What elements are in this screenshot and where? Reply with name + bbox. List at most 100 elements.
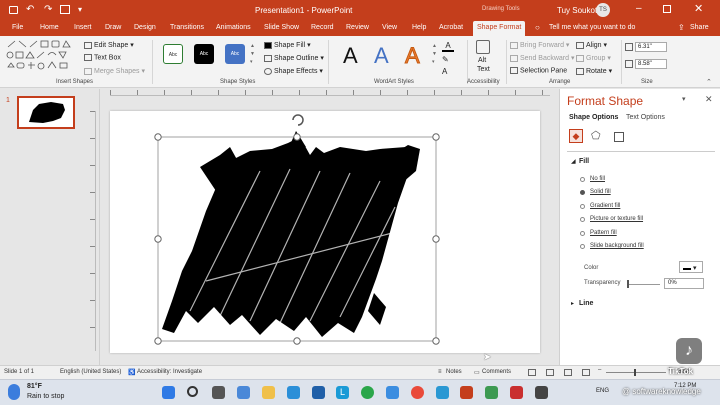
start-presentation-icon[interactable] bbox=[60, 5, 70, 14]
radio-pattern-fill[interactable] bbox=[580, 231, 585, 236]
shapes-gallery[interactable] bbox=[6, 40, 78, 72]
app-icon-4[interactable] bbox=[510, 386, 523, 399]
bring-forward-button[interactable]: Bring Forward ▾ bbox=[510, 41, 569, 49]
slide-sorter-icon[interactable] bbox=[546, 369, 554, 376]
transparency-input[interactable]: 0% bbox=[664, 278, 704, 289]
resize-handle-top-left[interactable] bbox=[154, 133, 162, 141]
shape-effects-button[interactable]: Shape Effects ▾ bbox=[264, 67, 323, 75]
tab-view[interactable]: View bbox=[382, 24, 397, 31]
edit-shape-button[interactable]: Edit Shape ▾ bbox=[84, 41, 134, 49]
shape-width-field[interactable]: 8.58" bbox=[635, 59, 667, 69]
selection-pane-button[interactable]: Selection Pane bbox=[510, 67, 567, 74]
tab-acrobat[interactable]: Acrobat bbox=[439, 24, 463, 31]
share-button[interactable]: Share bbox=[690, 24, 709, 31]
shape-outline-button[interactable]: Shape Outline ▾ bbox=[264, 54, 324, 62]
language-indicator[interactable]: English (United States) bbox=[60, 369, 121, 375]
save-icon[interactable] bbox=[9, 6, 18, 14]
slide[interactable] bbox=[110, 111, 540, 353]
rotate-button[interactable]: Rotate ▾ bbox=[576, 67, 612, 75]
powerpoint-taskbar-icon[interactable] bbox=[460, 386, 473, 399]
radio-no-fill[interactable] bbox=[580, 177, 585, 182]
collapse-ribbon-icon[interactable]: ⌃ bbox=[706, 78, 712, 86]
wordart-gallery-arrows[interactable]: ▲ ▼ ▾ bbox=[432, 42, 437, 66]
task-view-icon[interactable] bbox=[212, 386, 225, 399]
tab-file[interactable]: File bbox=[12, 24, 23, 31]
tab-help[interactable]: Help bbox=[412, 24, 426, 31]
zoom-slider-thumb[interactable] bbox=[634, 369, 636, 376]
user-name[interactable]: Tuy Soukot bbox=[557, 6, 597, 15]
option-pattern-fill[interactable]: Pattern fill bbox=[590, 230, 617, 236]
minimize-icon[interactable]: – bbox=[636, 3, 642, 14]
shape-style-blue[interactable]: Abc bbox=[225, 44, 245, 64]
weather-icon[interactable] bbox=[8, 384, 20, 400]
option-picture-fill[interactable]: Picture or texture fill bbox=[590, 216, 643, 222]
text-box-button[interactable]: Text Box bbox=[84, 54, 121, 61]
radio-slide-background-fill[interactable] bbox=[580, 244, 585, 249]
resize-handle-bottom-right[interactable] bbox=[432, 337, 440, 345]
slide-show-icon[interactable] bbox=[582, 369, 590, 376]
zoom-slider[interactable] bbox=[606, 372, 666, 373]
tab-home[interactable]: Home bbox=[40, 24, 59, 31]
weather-temp[interactable]: 81°F bbox=[27, 383, 42, 390]
normal-view-icon[interactable] bbox=[528, 369, 536, 376]
mail-icon[interactable] bbox=[287, 386, 300, 399]
text-outline-icon[interactable]: ✎ bbox=[442, 55, 449, 64]
avatar[interactable]: TS bbox=[596, 3, 610, 17]
slide-thumbnail[interactable] bbox=[17, 96, 75, 129]
language-tray[interactable]: ENG bbox=[596, 388, 609, 394]
app-l-icon[interactable]: L bbox=[336, 386, 349, 399]
color-picker-button[interactable]: ▾ bbox=[679, 261, 703, 273]
resize-handle-right[interactable] bbox=[432, 235, 440, 243]
close-icon[interactable]: ✕ bbox=[694, 2, 703, 15]
group-button[interactable]: Group ▾ bbox=[576, 54, 611, 62]
weather-desc[interactable]: Rain to stop bbox=[27, 393, 64, 400]
align-button[interactable]: Align ▾ bbox=[576, 41, 607, 49]
notes-button[interactable]: Notes bbox=[446, 369, 462, 375]
merge-shapes-button[interactable]: Merge Shapes ▾ bbox=[84, 67, 145, 75]
comments-button[interactable]: Comments bbox=[482, 369, 511, 375]
tab-design[interactable]: Design bbox=[134, 24, 156, 31]
wordart-style-black[interactable]: A bbox=[343, 43, 358, 69]
widgets-icon[interactable] bbox=[237, 386, 250, 399]
undo-icon[interactable]: ↶ bbox=[26, 4, 34, 15]
app-icon-2[interactable] bbox=[386, 386, 399, 399]
transparency-slider-thumb[interactable] bbox=[627, 280, 629, 288]
reading-view-icon[interactable] bbox=[564, 369, 572, 376]
tab-insert[interactable]: Insert bbox=[74, 24, 92, 31]
shape-style-white[interactable]: Abc bbox=[163, 44, 183, 64]
shape-style-black[interactable]: Abc bbox=[194, 44, 214, 64]
tab-shape-options[interactable]: Shape Options bbox=[569, 114, 618, 121]
accessibility-status[interactable]: Accessibility: Investigate bbox=[137, 369, 202, 375]
tab-animations[interactable]: Animations bbox=[216, 24, 251, 31]
line-section-title[interactable]: Line bbox=[579, 300, 593, 307]
zoom-out-icon[interactable]: – bbox=[598, 367, 601, 373]
alt-text-label-2[interactable]: Text bbox=[477, 66, 490, 73]
redo-icon[interactable]: ↷ bbox=[44, 4, 52, 15]
tab-review[interactable]: Review bbox=[346, 24, 369, 31]
radio-solid-fill[interactable] bbox=[580, 190, 585, 195]
tab-slide-show[interactable]: Slide Show bbox=[264, 24, 299, 31]
wordart-style-blue[interactable]: A bbox=[374, 43, 389, 69]
tab-transitions[interactable]: Transitions bbox=[170, 24, 204, 31]
pane-close-icon[interactable]: ✕ bbox=[705, 94, 713, 105]
size-properties-icon[interactable] bbox=[614, 132, 624, 142]
fill-section-title[interactable]: Fill bbox=[579, 158, 589, 165]
effects-pentagon-icon[interactable]: ⬠ bbox=[591, 129, 601, 142]
app-icon-5[interactable] bbox=[535, 386, 548, 399]
pane-options-icon[interactable]: ▾ bbox=[682, 95, 686, 103]
radio-picture-fill[interactable] bbox=[580, 217, 585, 222]
customize-toolbar-icon[interactable]: ▾ bbox=[78, 5, 82, 14]
tab-shape-format[interactable]: Shape Format bbox=[473, 21, 526, 36]
shape-height-field[interactable]: 6.31" bbox=[635, 42, 667, 52]
tell-me-search[interactable]: Tell me what you want to do bbox=[549, 24, 635, 31]
rotate-handle-icon[interactable] bbox=[292, 114, 304, 126]
shape-fill-button[interactable]: Shape Fill ▾ bbox=[264, 41, 311, 49]
search-icon[interactable] bbox=[187, 386, 198, 397]
option-solid-fill[interactable]: Solid fill bbox=[590, 189, 611, 195]
alt-text-label-1[interactable]: Alt bbox=[478, 57, 486, 64]
resize-handle-bottom[interactable] bbox=[293, 337, 301, 345]
app-icon-3[interactable] bbox=[485, 386, 498, 399]
resize-handle-top[interactable] bbox=[293, 133, 301, 141]
text-fill-icon[interactable]: A bbox=[442, 41, 454, 52]
maximize-icon[interactable] bbox=[663, 5, 671, 13]
